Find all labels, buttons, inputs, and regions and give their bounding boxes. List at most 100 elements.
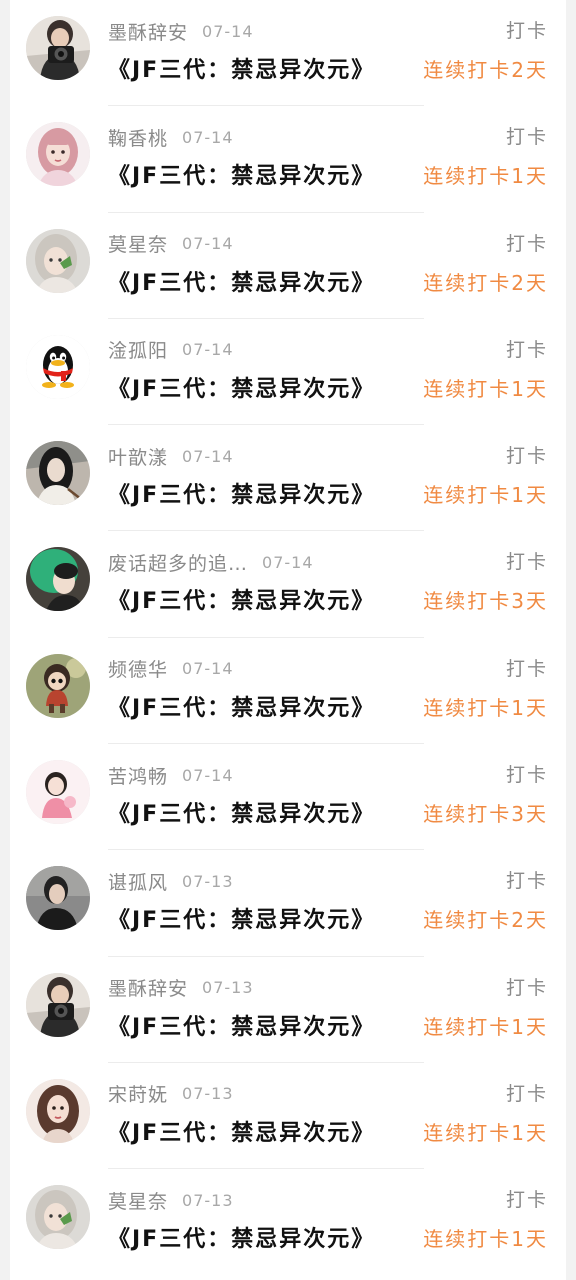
row-meta: 淦孤阳 07-14: [108, 335, 234, 365]
user-name[interactable]: 莫星奈: [108, 230, 168, 257]
checkin-label: 打卡: [505, 1189, 548, 1212]
user-name[interactable]: 苦鸿畅: [108, 762, 168, 789]
checkin-row[interactable]: 墨酥辞安 07-14 《JF三代：禁忌异次元》 打卡 连续打卡2天: [10, 0, 566, 107]
streak-label: 连续打卡2天: [423, 908, 548, 933]
user-name[interactable]: 墨酥辞安: [108, 974, 188, 1001]
checkin-row[interactable]: 废话超多的追… 07-14 《JF三代：禁忌异次元》 打卡 连续打卡3天: [10, 531, 566, 639]
row-meta: 谌孤风 07-13: [108, 866, 234, 896]
user-avatar[interactable]: [26, 972, 90, 1037]
checkin-date: 07-14: [182, 234, 234, 254]
row-meta: 叶歆漾 07-14: [108, 441, 234, 471]
streak-label: 连续打卡1天: [423, 164, 548, 189]
user-name[interactable]: 鞠香桃: [108, 124, 168, 151]
user-avatar[interactable]: [26, 1185, 90, 1250]
streak-label: 连续打卡1天: [423, 1227, 548, 1252]
row-meta: 莫星奈 07-14: [108, 229, 234, 259]
checkin-label: 打卡: [505, 551, 548, 574]
checkin-date: 07-14: [182, 659, 234, 679]
book-title[interactable]: 《JF三代：禁忌异次元》: [108, 158, 375, 190]
book-title[interactable]: 《JF三代：禁忌异次元》: [108, 265, 375, 297]
row-meta: 莫星奈 07-13: [108, 1185, 234, 1215]
streak-label: 连续打卡1天: [423, 1120, 548, 1145]
book-title[interactable]: 《JF三代：禁忌异次元》: [108, 1009, 375, 1041]
book-title[interactable]: 《JF三代：禁忌异次元》: [108, 690, 375, 722]
checkin-label: 打卡: [505, 445, 548, 468]
checkin-row[interactable]: 鞠香桃 07-14 《JF三代：禁忌异次元》 打卡 连续打卡1天: [10, 106, 566, 213]
penguin-icon: [26, 334, 90, 399]
book-title[interactable]: 《JF三代：禁忌异次元》: [108, 902, 375, 934]
user-name[interactable]: 墨酥辞安: [108, 18, 188, 45]
book-title[interactable]: 《JF三代：禁忌异次元》: [108, 371, 375, 403]
checkin-date: 07-13: [182, 1084, 234, 1104]
user-name[interactable]: 宋莳妩: [108, 1080, 168, 1107]
user-avatar[interactable]: [26, 122, 90, 187]
user-avatar[interactable]: [26, 441, 90, 506]
user-avatar[interactable]: [26, 16, 90, 80]
user-avatar[interactable]: [26, 760, 90, 825]
user-name[interactable]: 淦孤阳: [108, 336, 168, 363]
checkin-date: 07-13: [202, 978, 254, 998]
checkin-date: 07-14: [182, 127, 234, 147]
checkin-label: 打卡: [505, 1082, 548, 1105]
silver-hair-user-icon: [26, 1185, 90, 1250]
row-meta: 废话超多的追… 07-14: [108, 547, 314, 577]
user-avatar[interactable]: [26, 866, 90, 931]
checkin-label: 打卡: [505, 126, 548, 149]
streak-label: 连续打卡2天: [423, 270, 548, 295]
streak-label: 连续打卡2天: [423, 58, 548, 82]
book-title[interactable]: 《JF三代：禁忌异次元》: [108, 796, 375, 828]
user-name[interactable]: 莫星奈: [108, 1187, 168, 1214]
silver-hair-user-icon: [26, 228, 90, 293]
checkin-label: 打卡: [505, 20, 548, 42]
checkin-row[interactable]: 频德华 07-14 《JF三代：禁忌异次元》 打卡 连续打卡1天: [10, 638, 566, 745]
user-name[interactable]: 频德华: [108, 655, 168, 682]
checkin-row[interactable]: 淦孤阳 07-14 《JF三代：禁忌异次元》 打卡 连续打卡1天: [10, 319, 566, 426]
checkin-date: 07-13: [182, 1190, 234, 1210]
row-meta: 苦鸿畅 07-14: [108, 760, 234, 790]
checkin-date: 07-14: [182, 765, 234, 785]
book-title[interactable]: 《JF三代：禁忌异次元》: [108, 583, 375, 615]
green-costume-user-icon: [26, 547, 90, 612]
checkin-row[interactable]: 苦鸿畅 07-14 《JF三代：禁忌异次元》 打卡 连续打卡3天: [10, 744, 566, 851]
user-name[interactable]: 废话超多的追…: [108, 549, 248, 576]
checkin-label: 打卡: [505, 976, 548, 999]
checkin-date: 07-14: [202, 21, 254, 41]
book-title[interactable]: 《JF三代：禁忌异次元》: [108, 52, 375, 84]
checkin-row[interactable]: 谌孤风 07-13 《JF三代：禁忌异次元》 打卡 连续打卡2天: [10, 850, 566, 957]
checkin-row[interactable]: 墨酥辞安 07-13 《JF三代：禁忌异次元》 打卡 连续打卡1天: [10, 957, 566, 1064]
row-meta: 鞠香桃 07-14: [108, 122, 234, 152]
checkin-label: 打卡: [505, 338, 548, 361]
row-meta: 墨酥辞安 07-13: [108, 973, 254, 1003]
checkin-label: 打卡: [505, 232, 548, 255]
pink-outfit-user-icon: [26, 760, 90, 825]
checkin-list-page: 墨酥辞安 07-14 《JF三代：禁忌异次元》 打卡 连续打卡2天 鞠香桃 07…: [10, 0, 566, 1280]
checkin-label: 打卡: [505, 870, 548, 893]
user-avatar[interactable]: [26, 547, 90, 612]
row-meta: 频德华 07-14: [108, 654, 234, 684]
portrait-user-icon: [26, 1078, 90, 1143]
checkin-row[interactable]: 叶歆漾 07-14 《JF三代：禁忌异次元》 打卡 连续打卡1天: [10, 425, 566, 532]
user-avatar[interactable]: [26, 228, 90, 293]
user-avatar[interactable]: [26, 653, 90, 718]
checkin-row[interactable]: 莫星奈 07-14 《JF三代：禁忌异次元》 打卡 连续打卡2天: [10, 213, 566, 320]
streak-label: 连续打卡3天: [423, 802, 548, 827]
checkin-row[interactable]: 宋莳妩 07-13 《JF三代：禁忌异次元》 打卡 连续打卡1天: [10, 1063, 566, 1170]
checkin-label: 打卡: [505, 657, 548, 680]
checkin-label: 打卡: [505, 764, 548, 787]
streak-label: 连续打卡3天: [423, 589, 548, 614]
checkin-list: 墨酥辞安 07-14 《JF三代：禁忌异次元》 打卡 连续打卡2天 鞠香桃 07…: [10, 0, 566, 1276]
user-avatar[interactable]: [26, 1078, 90, 1143]
streak-label: 连续打卡1天: [423, 1014, 548, 1039]
book-title[interactable]: 《JF三代：禁忌异次元》: [108, 1221, 375, 1253]
checkin-row[interactable]: 莫星奈 07-13 《JF三代：禁忌异次元》 打卡 连续打卡1天: [10, 1169, 566, 1275]
camera-user-icon: [26, 16, 90, 80]
book-title[interactable]: 《JF三代：禁忌异次元》: [108, 477, 375, 509]
streak-label: 连续打卡1天: [423, 483, 548, 508]
user-name[interactable]: 叶歆漾: [108, 443, 168, 470]
user-name[interactable]: 谌孤风: [108, 868, 168, 895]
user-avatar[interactable]: [26, 334, 90, 399]
checkin-date: 07-13: [182, 871, 234, 891]
book-title[interactable]: 《JF三代：禁忌异次元》: [108, 1115, 375, 1147]
checkin-date: 07-14: [262, 552, 314, 572]
streak-label: 连续打卡1天: [423, 376, 548, 401]
